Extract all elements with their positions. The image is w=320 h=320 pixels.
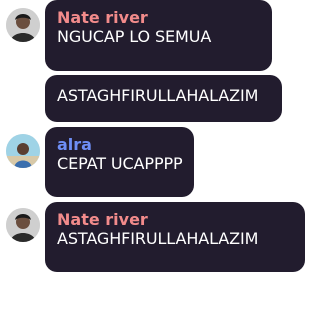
user-avatar-nate-icon[interactable] [6,208,40,242]
message-author[interactable]: Nate river [57,8,260,27]
message-bubble: alra CEPAT UCAPPPP [45,127,194,197]
message-author[interactable]: Nate river [57,210,293,229]
message-bubble: Nate river ASTAGHFIRULLAHALAZIM [45,202,305,272]
message-bubble: Nate river NGUCAP LO SEMUA [45,0,272,71]
user-avatar-alra-icon[interactable] [6,134,40,168]
message-bubble: ASTAGHFIRULLAHALAZIM [45,75,282,122]
user-avatar-nate-icon[interactable] [6,8,40,42]
message-author[interactable]: alra [57,135,182,154]
message-text: ASTAGHFIRULLAHALAZIM [57,229,259,248]
message-text: NGUCAP LO SEMUA [57,27,212,46]
message-text: CEPAT UCAPPPP [57,154,183,173]
message-text: ASTAGHFIRULLAHALAZIM [57,86,259,105]
